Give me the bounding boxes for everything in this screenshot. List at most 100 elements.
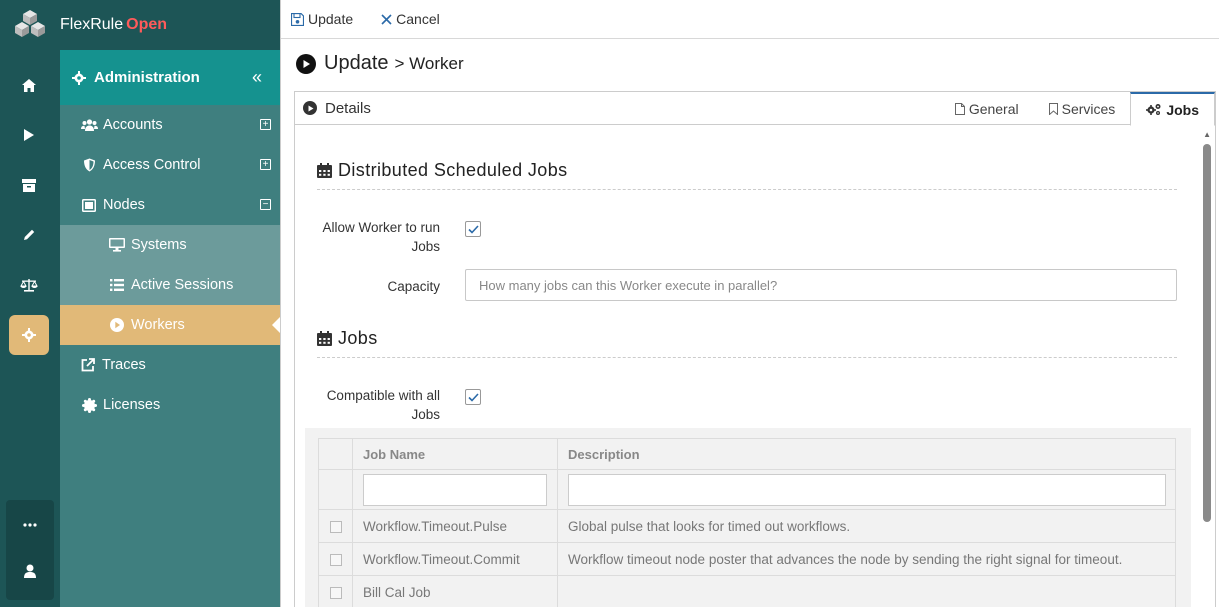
check-icon — [467, 392, 479, 402]
vertical-scrollbar[interactable]: ▲ — [1202, 130, 1212, 600]
certificate-icon — [80, 397, 98, 413]
cancel-button[interactable]: Cancel — [381, 11, 440, 27]
job-name-filter-input[interactable] — [363, 473, 547, 506]
row-select-cell — [318, 542, 353, 576]
filter-cell — [318, 469, 353, 510]
section-title-text: Jobs — [338, 328, 378, 348]
more-button[interactable] — [10, 505, 50, 545]
calendar-icon — [317, 163, 332, 178]
row-checkbox[interactable] — [329, 553, 342, 566]
tab-general[interactable]: General — [940, 92, 1034, 125]
edit-button[interactable] — [9, 215, 49, 255]
play-circle-icon — [303, 101, 317, 115]
details-label: Details — [325, 99, 371, 117]
scroll-thumb[interactable] — [1203, 144, 1211, 522]
gear-icon — [72, 70, 86, 85]
home-button[interactable] — [9, 65, 49, 105]
job-name-cell: Workflow.Timeout.Commit — [352, 542, 558, 576]
section-divider — [317, 357, 1177, 358]
table-row[interactable]: Workflow.Timeout.Pulse Global pulse that… — [318, 509, 1176, 543]
sidebar-item-systems[interactable]: Systems — [60, 225, 280, 265]
play-circle-icon — [108, 318, 126, 332]
archive-icon — [22, 178, 36, 192]
sidebar-item-access-control[interactable]: Access Control + — [60, 145, 280, 185]
sidebar-item-active-sessions[interactable]: Active Sessions — [60, 265, 280, 305]
tab-label: Services — [1061, 100, 1116, 117]
row-checkbox[interactable] — [329, 586, 342, 599]
sidebar-item-label: Traces — [102, 357, 146, 373]
sidebar-item-traces[interactable]: Traces — [60, 345, 280, 385]
filter-cell — [557, 469, 1176, 510]
page-subtitle: > Worker — [394, 53, 464, 73]
sidebar-item-label: Systems — [131, 237, 187, 253]
sidebar-item-workers[interactable]: Workers — [60, 305, 280, 345]
capacity-input[interactable]: How many jobs can this Worker execute in… — [465, 269, 1177, 301]
description-cell: Global pulse that looks for timed out wo… — [557, 509, 1176, 543]
user-button[interactable] — [10, 551, 50, 591]
update-button[interactable]: Update — [291, 11, 353, 27]
column-header-job-name[interactable]: Job Name — [352, 438, 558, 470]
run-button[interactable] — [9, 115, 49, 155]
allow-run-jobs-checkbox[interactable] — [465, 221, 481, 237]
scroll-up-icon[interactable]: ▲ — [1203, 130, 1211, 139]
rail-bottom-group — [6, 500, 54, 600]
more-icon — [23, 523, 37, 527]
capacity-label: Capacity — [387, 279, 440, 294]
cogs-icon — [1146, 103, 1162, 116]
admin-button[interactable] — [9, 315, 49, 355]
users-icon — [80, 119, 98, 131]
sitemap-icon — [80, 198, 98, 212]
details-toggle[interactable]: Details — [303, 100, 371, 117]
jobs-table: Job Name Description Workflow.Timeout.Pu… — [318, 438, 1176, 607]
table-row[interactable]: Bill Cal Job — [318, 575, 1176, 607]
close-icon — [381, 13, 392, 25]
job-name-cell: Workflow.Timeout.Pulse — [352, 509, 558, 543]
sidebar: Administration « Accounts + Access Contr… — [60, 50, 280, 607]
calendar-icon — [317, 331, 332, 346]
compatible-all-jobs-checkbox[interactable] — [465, 389, 481, 405]
play-icon — [24, 129, 34, 141]
page-title: Update > Worker — [296, 52, 464, 75]
update-label: Update — [308, 11, 354, 27]
rules-button[interactable] — [9, 265, 49, 305]
tab-jobs[interactable]: Jobs — [1130, 92, 1215, 126]
tab-label: General — [968, 100, 1019, 117]
collapse-icon[interactable]: − — [260, 199, 271, 210]
home-icon — [22, 78, 36, 92]
sidebar-item-licenses[interactable]: Licenses — [60, 385, 280, 425]
toolbar: Update Cancel — [281, 0, 1219, 39]
icon-rail — [0, 0, 60, 607]
row-select-cell — [318, 509, 353, 543]
sidebar-item-nodes[interactable]: Nodes − — [60, 185, 280, 225]
brand-bar: FlexRule Open — [60, 0, 280, 50]
row-checkbox[interactable] — [329, 520, 342, 533]
expand-icon[interactable]: + — [260, 119, 271, 130]
sidebar-item-label: Accounts — [103, 117, 163, 133]
archive-button[interactable] — [9, 165, 49, 205]
shield-icon — [80, 158, 98, 172]
user-icon — [24, 564, 36, 578]
description-filter-input[interactable] — [568, 473, 1166, 506]
table-row[interactable]: Workflow.Timeout.Commit Workflow timeout… — [318, 542, 1176, 576]
page-title-text: Update — [324, 52, 389, 74]
bookmark-icon — [1048, 102, 1058, 115]
expand-icon[interactable]: + — [260, 159, 271, 170]
collapse-sidebar-icon[interactable]: « — [252, 67, 262, 88]
tab-services[interactable]: Services — [1034, 92, 1131, 125]
tab-label: Jobs — [1166, 101, 1199, 118]
select-column-header — [318, 438, 353, 470]
sidebar-item-accounts[interactable]: Accounts + — [60, 105, 280, 145]
column-header-description[interactable]: Description — [557, 438, 1176, 470]
pencil-icon — [24, 229, 35, 240]
allow-run-jobs-label: Allow Worker to run Jobs — [322, 220, 440, 254]
table-header-row: Job Name Description — [318, 438, 1176, 470]
compatible-all-jobs-label: Compatible with all Jobs — [326, 388, 440, 422]
capacity-placeholder: How many jobs can this Worker execute in… — [479, 277, 778, 293]
flexrule-logo-icon — [15, 10, 45, 37]
details-panel: Details General Services Jobs ▲ Distribu… — [294, 91, 1216, 607]
filter-row — [318, 469, 1176, 510]
cancel-label: Cancel — [396, 11, 440, 27]
list-icon — [108, 279, 126, 291]
description-cell: Workflow timeout node poster that advanc… — [557, 542, 1176, 576]
scale-icon — [20, 279, 38, 292]
